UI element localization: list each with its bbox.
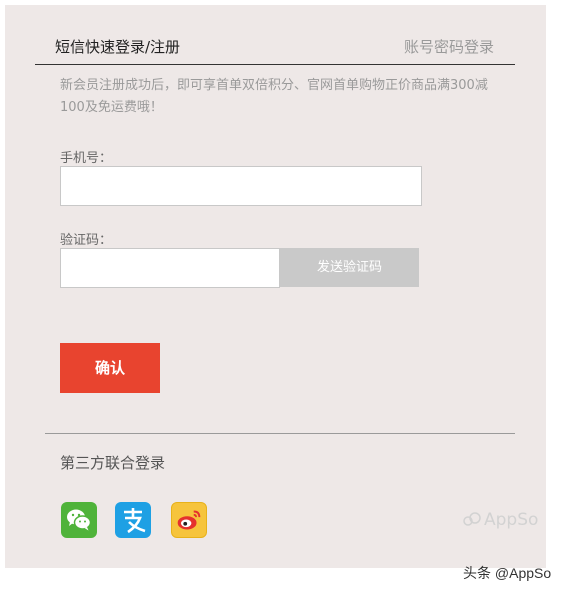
member-notice: 新会员注册成功后，即可享首单双倍积分、官网首单购物正价商品满300减100及免运…	[60, 78, 488, 115]
watermark: AppSo	[463, 510, 538, 530]
wechat-login-button[interactable]	[61, 502, 97, 538]
footer-credit: 头条 @AppSo	[463, 565, 552, 581]
wechat-icon	[67, 509, 92, 531]
appso-logo-icon	[463, 512, 481, 526]
code-label: 验证码：	[60, 233, 113, 248]
tab-underline	[35, 64, 515, 65]
phone-input[interactable]	[60, 166, 422, 206]
tab-password-login[interactable]: 账号密码登录	[404, 36, 494, 57]
phone-label: 手机号：	[60, 151, 113, 166]
third-party-title: 第三方联合登录	[60, 454, 166, 472]
weibo-login-button[interactable]	[171, 502, 207, 538]
section-divider	[45, 433, 515, 434]
alipay-icon	[124, 508, 146, 534]
tab-sms-login[interactable]: 短信快速登录/注册	[55, 36, 180, 57]
send-code-button[interactable]: 发送验证码	[280, 248, 419, 287]
alipay-login-button[interactable]	[115, 502, 151, 538]
verification-code-input[interactable]	[60, 248, 280, 288]
weibo-icon	[177, 510, 201, 530]
confirm-button[interactable]: 确认	[60, 343, 160, 393]
watermark-text: AppSo	[484, 510, 539, 530]
